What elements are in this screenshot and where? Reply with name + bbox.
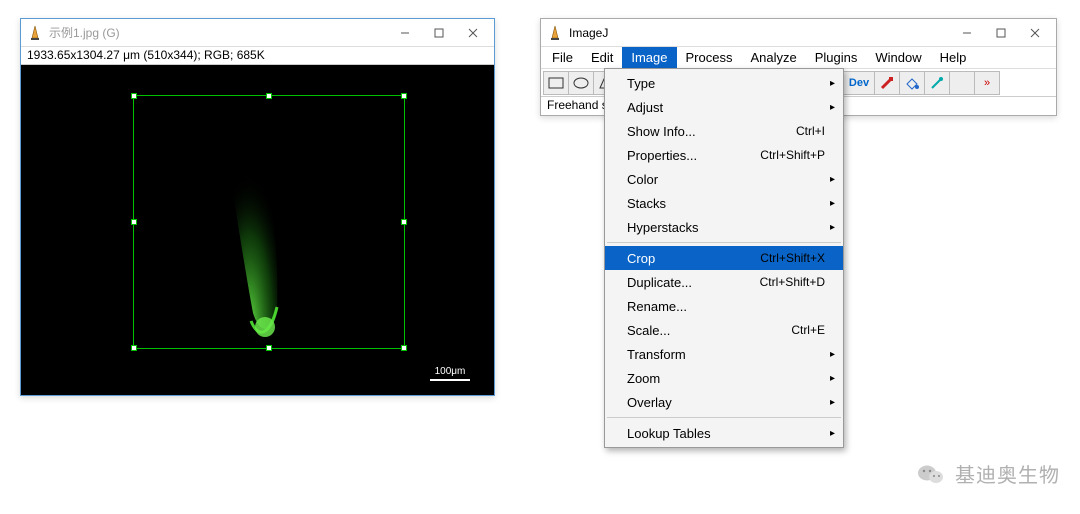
handle-bottom-right[interactable] bbox=[401, 345, 407, 351]
menu-help[interactable]: Help bbox=[931, 47, 976, 68]
menu-item-lookup-tables[interactable]: Lookup Tables bbox=[605, 421, 843, 445]
menu-item-shortcut: Ctrl+Shift+P bbox=[760, 148, 825, 162]
handle-mid-left[interactable] bbox=[131, 219, 137, 225]
wechat-icon bbox=[917, 463, 945, 485]
tool-more[interactable]: » bbox=[974, 71, 1000, 95]
image-window-title: 示例1.jpg (G) bbox=[49, 24, 388, 41]
menu-item-label: Zoom bbox=[627, 371, 825, 386]
menu-item-overlay[interactable]: Overlay bbox=[605, 390, 843, 414]
menu-separator bbox=[607, 417, 841, 418]
menu-item-label: Crop bbox=[627, 251, 760, 266]
menu-item-label: Properties... bbox=[627, 148, 760, 163]
menu-edit[interactable]: Edit bbox=[582, 47, 622, 68]
menu-item-duplicate[interactable]: Duplicate...Ctrl+Shift+D bbox=[605, 270, 843, 294]
image-menu-dropdown: TypeAdjustShow Info...Ctrl+IProperties..… bbox=[604, 68, 844, 448]
handle-top-mid[interactable] bbox=[266, 93, 272, 99]
menubar: FileEditImageProcessAnalyzePluginsWindow… bbox=[541, 47, 1056, 69]
image-window: 示例1.jpg (G) 1933.65x1304.27 μm (510x344)… bbox=[20, 18, 495, 396]
menu-item-color[interactable]: Color bbox=[605, 167, 843, 191]
maximize-button[interactable] bbox=[422, 23, 456, 43]
menu-item-shortcut: Ctrl+E bbox=[791, 323, 825, 337]
maximize-button[interactable] bbox=[984, 23, 1018, 43]
tool-flood-fill[interactable] bbox=[899, 71, 925, 95]
menu-item-label: Hyperstacks bbox=[627, 220, 825, 235]
menu-item-label: Stacks bbox=[627, 196, 825, 211]
tool-blank[interactable] bbox=[949, 71, 975, 95]
menu-item-shortcut: Ctrl+Shift+D bbox=[760, 275, 825, 289]
tool-rectangle[interactable] bbox=[543, 71, 569, 95]
tool-paintbrush[interactable] bbox=[874, 71, 900, 95]
menu-analyze[interactable]: Analyze bbox=[741, 47, 805, 68]
tool-dropper[interactable] bbox=[924, 71, 950, 95]
scale-bar: 100μm bbox=[430, 366, 470, 381]
tool-oval[interactable] bbox=[568, 71, 594, 95]
menu-item-label: Show Info... bbox=[627, 124, 796, 139]
imagej-title: ImageJ bbox=[569, 26, 950, 40]
menu-window[interactable]: Window bbox=[866, 47, 930, 68]
menu-item-label: Lookup Tables bbox=[627, 426, 825, 441]
menu-item-label: Rename... bbox=[627, 299, 825, 314]
image-window-titlebar[interactable]: 示例1.jpg (G) bbox=[21, 19, 494, 47]
scale-bar-line bbox=[430, 379, 470, 381]
menu-item-show-info[interactable]: Show Info...Ctrl+I bbox=[605, 119, 843, 143]
menu-item-rename[interactable]: Rename... bbox=[605, 294, 843, 318]
image-canvas[interactable]: 100μm bbox=[21, 65, 494, 395]
image-info-line: 1933.65x1304.27 μm (510x344); RGB; 685K bbox=[21, 47, 494, 65]
window-controls bbox=[950, 23, 1052, 43]
imagej-app-icon bbox=[547, 25, 563, 41]
watermark: 基迪奥生物 bbox=[917, 459, 1060, 488]
menu-item-properties[interactable]: Properties...Ctrl+Shift+P bbox=[605, 143, 843, 167]
menu-item-stacks[interactable]: Stacks bbox=[605, 191, 843, 215]
minimize-button[interactable] bbox=[950, 23, 984, 43]
minimize-button[interactable] bbox=[388, 23, 422, 43]
menu-item-label: Transform bbox=[627, 347, 825, 362]
handle-mid-right[interactable] bbox=[401, 219, 407, 225]
close-button[interactable] bbox=[456, 23, 490, 43]
handle-bottom-left[interactable] bbox=[131, 345, 137, 351]
menu-item-hyperstacks[interactable]: Hyperstacks bbox=[605, 215, 843, 239]
handle-top-right[interactable] bbox=[401, 93, 407, 99]
menu-item-label: Adjust bbox=[627, 100, 825, 115]
menu-plugins[interactable]: Plugins bbox=[806, 47, 867, 68]
menu-item-crop[interactable]: CropCtrl+Shift+X bbox=[605, 246, 843, 270]
menu-item-label: Duplicate... bbox=[627, 275, 760, 290]
selection-rectangle[interactable] bbox=[133, 95, 405, 349]
menu-item-adjust[interactable]: Adjust bbox=[605, 95, 843, 119]
tool-dev[interactable]: Dev bbox=[843, 71, 875, 95]
menu-item-label: Color bbox=[627, 172, 825, 187]
scale-bar-label: 100μm bbox=[435, 366, 466, 377]
menu-item-label: Scale... bbox=[627, 323, 791, 338]
menu-item-label: Overlay bbox=[627, 395, 825, 410]
close-button[interactable] bbox=[1018, 23, 1052, 43]
menu-file[interactable]: File bbox=[543, 47, 582, 68]
menu-item-type[interactable]: Type bbox=[605, 71, 843, 95]
menu-image[interactable]: Image bbox=[622, 47, 676, 68]
imagej-titlebar[interactable]: ImageJ bbox=[541, 19, 1056, 47]
window-controls bbox=[388, 23, 490, 43]
handle-top-left[interactable] bbox=[131, 93, 137, 99]
watermark-text: 基迪奥生物 bbox=[955, 459, 1060, 488]
menu-separator bbox=[607, 242, 841, 243]
menu-item-scale[interactable]: Scale...Ctrl+E bbox=[605, 318, 843, 342]
menu-item-transform[interactable]: Transform bbox=[605, 342, 843, 366]
menu-item-shortcut: Ctrl+Shift+X bbox=[760, 251, 825, 265]
menu-item-shortcut: Ctrl+I bbox=[796, 124, 825, 138]
imagej-app-icon bbox=[27, 25, 43, 41]
menu-process[interactable]: Process bbox=[677, 47, 742, 68]
menu-item-zoom[interactable]: Zoom bbox=[605, 366, 843, 390]
handle-bottom-mid[interactable] bbox=[266, 345, 272, 351]
menu-item-label: Type bbox=[627, 76, 825, 91]
